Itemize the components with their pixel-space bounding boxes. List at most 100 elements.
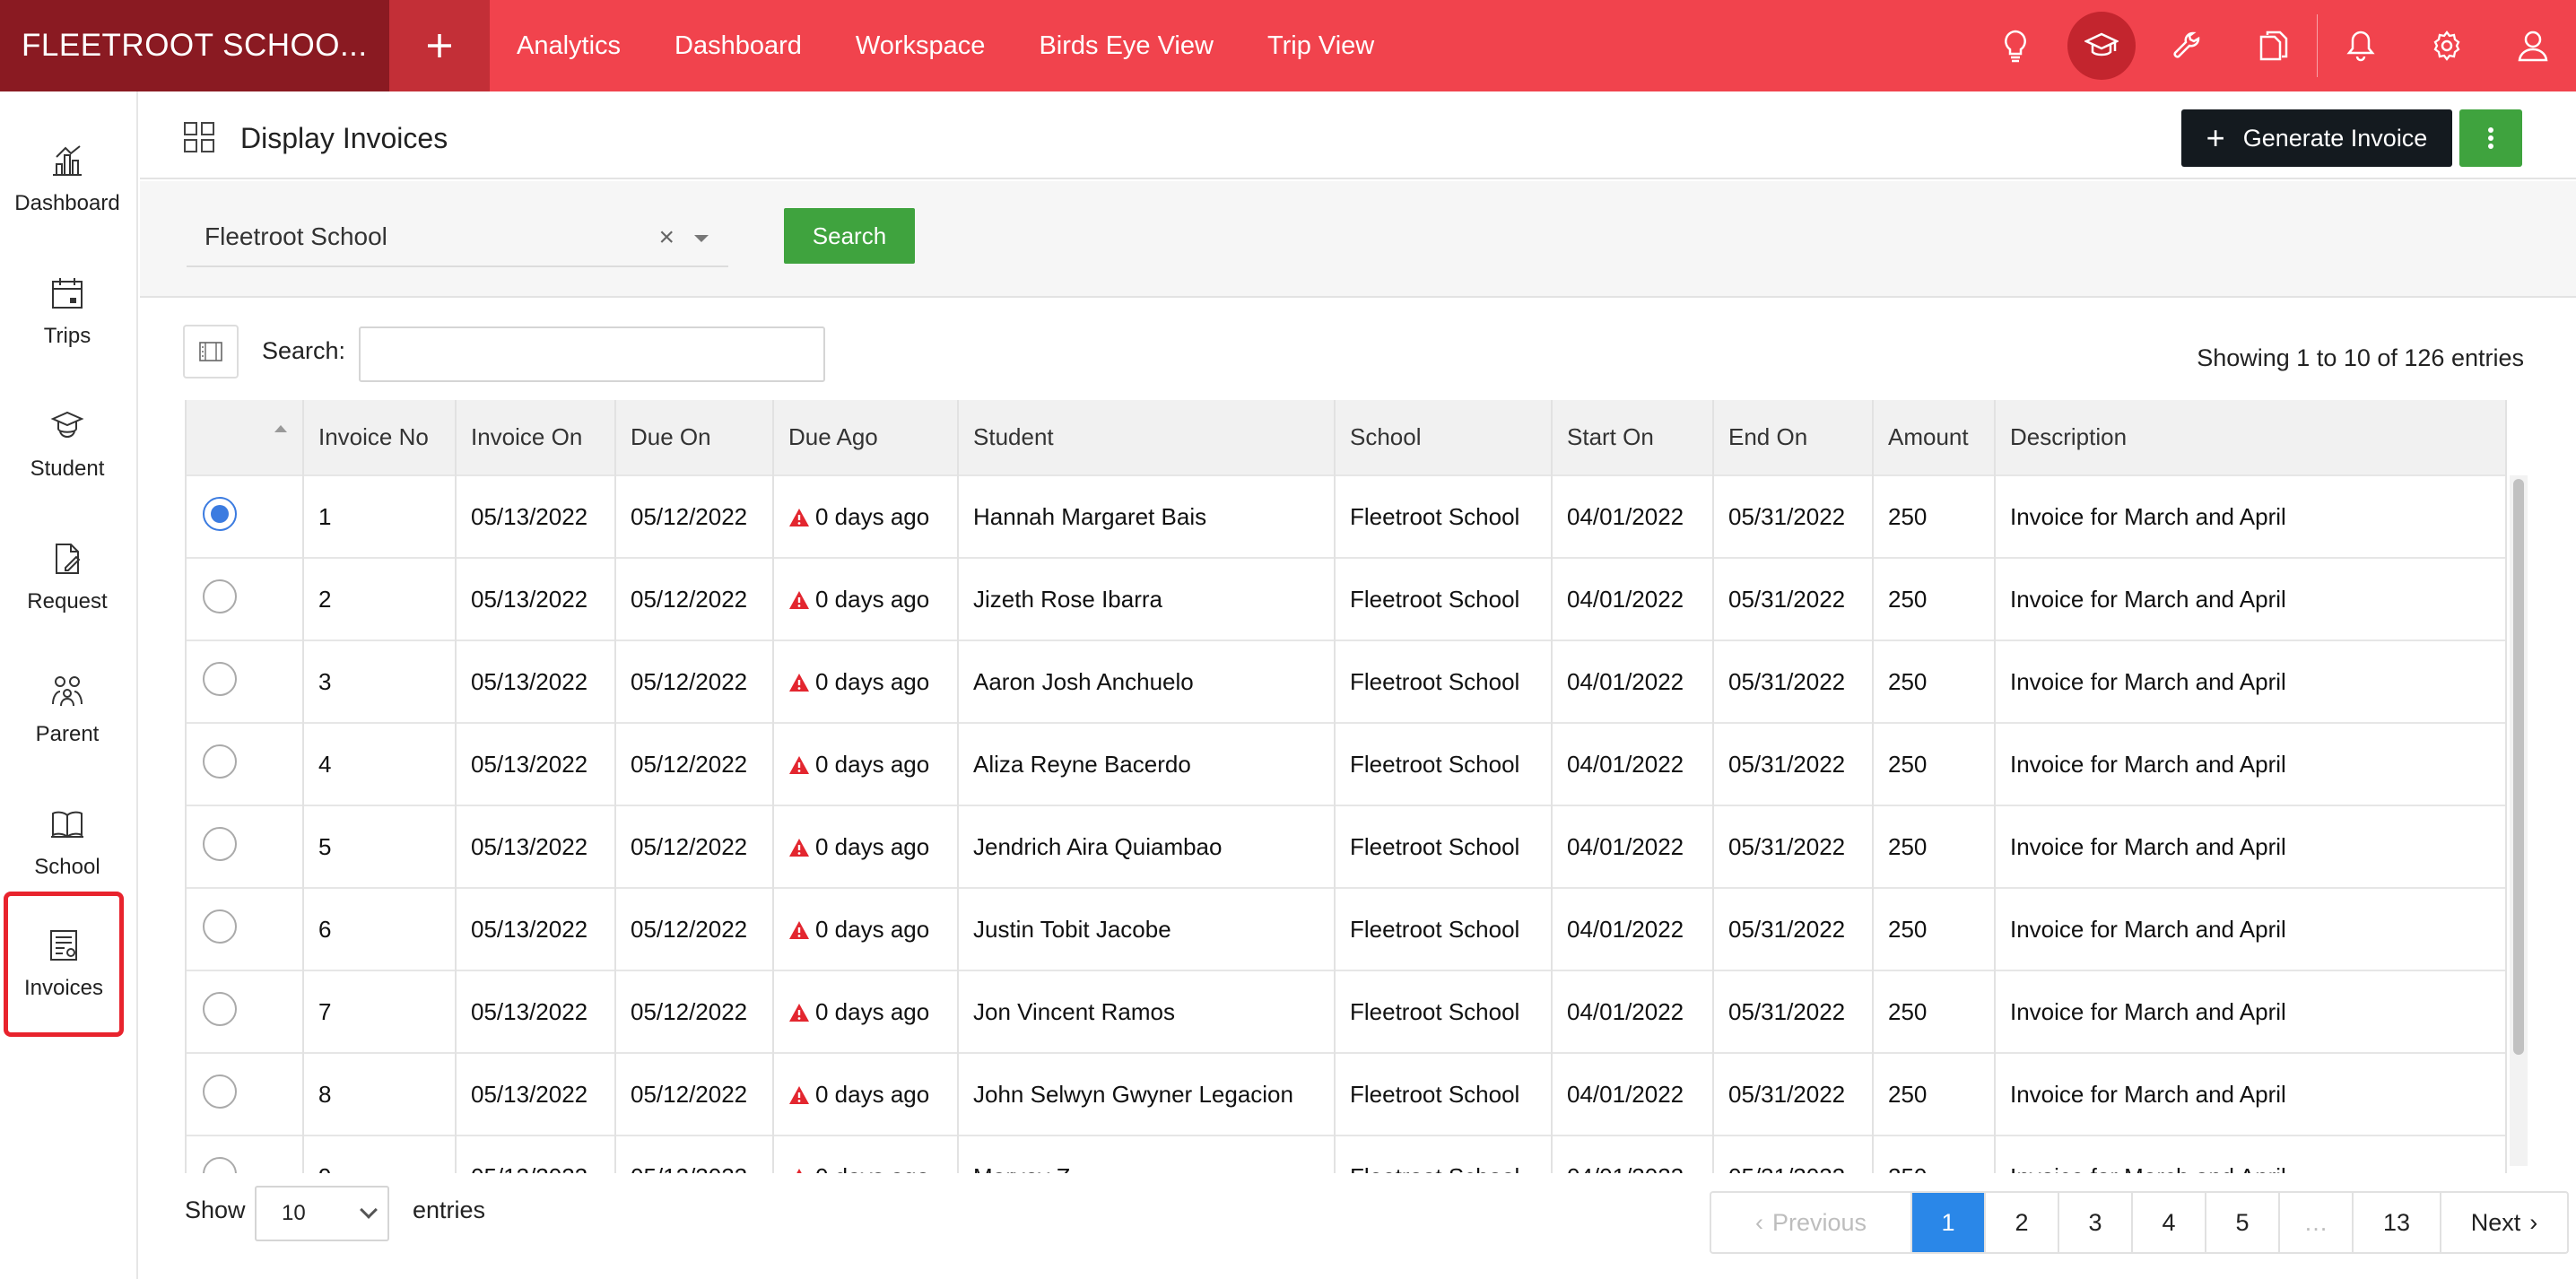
sidebar-item-parent[interactable]: Parent — [0, 644, 135, 777]
generate-invoice-button[interactable]: + Generate Invoice — [2181, 109, 2452, 167]
cell-due-ago: 0 days ago — [773, 640, 959, 723]
tools-button[interactable] — [2145, 0, 2231, 91]
school-select[interactable]: Fleetroot School × — [187, 208, 728, 267]
row-radio-button[interactable] — [203, 579, 237, 613]
invoice-on-text: 05/13/2022 — [471, 832, 588, 860]
cell-description: Invoice for March and April — [1995, 474, 2507, 558]
column-header-due-ago[interactable]: Due Ago — [773, 400, 959, 475]
cell-student: Hannah Margaret Bais — [958, 474, 1336, 558]
column-header-end-on[interactable]: End On — [1713, 400, 1874, 475]
add-button[interactable] — [389, 0, 490, 91]
documents-button[interactable] — [2231, 0, 2317, 91]
table-row[interactable]: 6 05/13/2022 05/12/2022 0 days ago Justin To… — [187, 887, 2507, 970]
cell-invoice-on: 05/13/2022 — [456, 805, 616, 888]
pagination-page-4[interactable]: 4 — [2133, 1193, 2206, 1252]
warning-icon — [789, 590, 809, 609]
row-radio-button[interactable] — [203, 744, 237, 779]
student-text: Hannah Margaret Bais — [973, 502, 1207, 530]
column-visibility-button[interactable] — [183, 325, 239, 378]
row-radio-button[interactable] — [203, 1074, 237, 1109]
cell-student: Justin Tobit Jacobe — [958, 887, 1336, 970]
sidebar-item-dashboard[interactable]: Dashboard — [0, 113, 135, 246]
table-search-label: Search: — [262, 337, 346, 364]
amount-text: 250 — [1888, 750, 1928, 778]
table-row[interactable]: 5 05/13/2022 05/12/2022 0 days ago Jendrich … — [187, 805, 2507, 888]
table-row[interactable]: 2 05/13/2022 05/12/2022 0 days ago Jizeth Ro… — [187, 557, 2507, 640]
pagination-page-13[interactable]: 13 — [2354, 1193, 2441, 1252]
sidebar-item-invoices[interactable]: Invoices — [4, 892, 124, 1037]
request-icon — [56, 544, 81, 574]
column-header-due-on[interactable]: Due On — [615, 400, 774, 475]
lightbulb-button[interactable] — [1972, 0, 2058, 91]
sidebar-item-trips[interactable]: Trips — [0, 246, 135, 378]
nav-birds-eye-view[interactable]: Birds Eye View — [1039, 31, 1214, 61]
clear-icon[interactable]: × — [658, 222, 674, 253]
warning-icon — [796, 1169, 802, 1173]
table-row[interactable]: 3 05/13/2022 05/12/2022 0 days ago Aaron Jos… — [187, 640, 2507, 723]
settings-button[interactable] — [2404, 0, 2490, 91]
sort-asc-icon — [274, 425, 287, 432]
pagination-page-1[interactable]: 1 — [1912, 1193, 1986, 1252]
nav-trip-view[interactable]: Trip View — [1267, 31, 1374, 61]
table-row[interactable]: 8 05/13/2022 05/12/2022 0 days ago John Selw… — [187, 1052, 2507, 1135]
end-on-text: 05/31/2022 — [1728, 750, 1846, 778]
table-row[interactable]: 1 05/13/2022 05/12/2022 0 days ago Hannah Ma… — [187, 474, 2507, 558]
notifications-button[interactable] — [2318, 0, 2404, 91]
cell-end-on: 05/31/2022 — [1713, 805, 1874, 888]
pagination-page-3[interactable]: 3 — [2059, 1193, 2133, 1252]
due-on-text: 05/12/2022 — [631, 585, 748, 613]
generate-invoice-label: Generate Invoice — [2242, 124, 2428, 152]
table-scrollbar-thumb[interactable] — [2513, 479, 2524, 1055]
column-header-amount[interactable]: Amount — [1873, 400, 1996, 475]
column-header-description[interactable]: Description — [1995, 400, 2507, 475]
table-row[interactable]: 7 05/13/2022 05/12/2022 0 days ago Jon Vince… — [187, 970, 2507, 1053]
invoice-no-text: 8 — [318, 1080, 332, 1108]
school-mode-button[interactable] — [2058, 0, 2145, 91]
calendar-icon — [52, 278, 83, 309]
row-radio-button[interactable] — [203, 661, 237, 696]
dropdown-arrow-icon[interactable] — [694, 235, 709, 242]
pagination-next[interactable]: Next › — [2441, 1193, 2567, 1252]
pagination-previous[interactable]: ‹ Previous — [1711, 1193, 1912, 1252]
brand-name[interactable]: FLEETROOT SCHOO... — [0, 0, 389, 91]
pagination-ellipsis: … — [2280, 1193, 2354, 1252]
row-radio-button[interactable] — [203, 1157, 237, 1173]
pagination-page-5[interactable]: 5 — [2206, 1193, 2280, 1252]
table-row[interactable]: 9 05/13/2022 05/12/2022 0 days ago Marvey Z.… — [187, 1135, 2507, 1173]
pagination-page-2[interactable]: 2 — [1986, 1193, 2059, 1252]
nav-workspace[interactable]: Workspace — [856, 31, 986, 61]
school-text: Fleetroot School — [1350, 832, 1520, 860]
search-button[interactable]: Search — [784, 208, 915, 264]
cell-student: Jendrich Aira Quiambao — [958, 805, 1336, 888]
row-radio-button[interactable] — [203, 496, 237, 531]
column-header-start-on[interactable]: Start On — [1552, 400, 1714, 475]
start-on-text: 04/01/2022 — [1567, 915, 1684, 943]
due-on-text: 05/12/2022 — [631, 915, 748, 943]
nav-dashboard[interactable]: Dashboard — [674, 31, 802, 61]
select-column-header[interactable] — [187, 400, 304, 475]
cell-description: Invoice for March and April — [1995, 805, 2507, 888]
column-header-school[interactable]: School — [1335, 400, 1553, 475]
page-length-select[interactable]: 10 — [255, 1186, 389, 1241]
nav-analytics[interactable]: Analytics — [517, 31, 621, 61]
row-radio-button[interactable] — [203, 991, 237, 1026]
amount-text: 250 — [1888, 585, 1928, 613]
column-header-invoice-on[interactable]: Invoice On — [456, 400, 616, 475]
cell-end-on: 05/31/2022 — [1713, 887, 1874, 970]
user-button[interactable] — [2490, 0, 2576, 91]
cell-invoice-on: 05/13/2022 — [456, 640, 616, 723]
column-header-invoice-no[interactable]: Invoice No — [303, 400, 457, 475]
sidebar-item-school[interactable]: School — [0, 777, 135, 909]
table-search-input[interactable] — [359, 326, 825, 382]
row-radio-button[interactable] — [203, 909, 237, 944]
cell-end-on: 05/31/2022 — [1713, 722, 1874, 805]
main-nav: Analytics Dashboard Workspace Birds Eye … — [517, 0, 1428, 91]
more-options-button[interactable] — [2459, 109, 2522, 167]
cell-start-on: 04/01/2022 — [1552, 970, 1714, 1053]
row-radio-button[interactable] — [203, 826, 237, 861]
page-length-value: 10 — [282, 1201, 306, 1225]
table-row[interactable]: 4 05/13/2022 05/12/2022 0 days ago Aliza Rey… — [187, 722, 2507, 805]
sidebar-item-student[interactable]: Student — [0, 378, 135, 511]
column-header-student[interactable]: Student — [958, 400, 1336, 475]
sidebar-item-request[interactable]: Request — [0, 511, 135, 644]
